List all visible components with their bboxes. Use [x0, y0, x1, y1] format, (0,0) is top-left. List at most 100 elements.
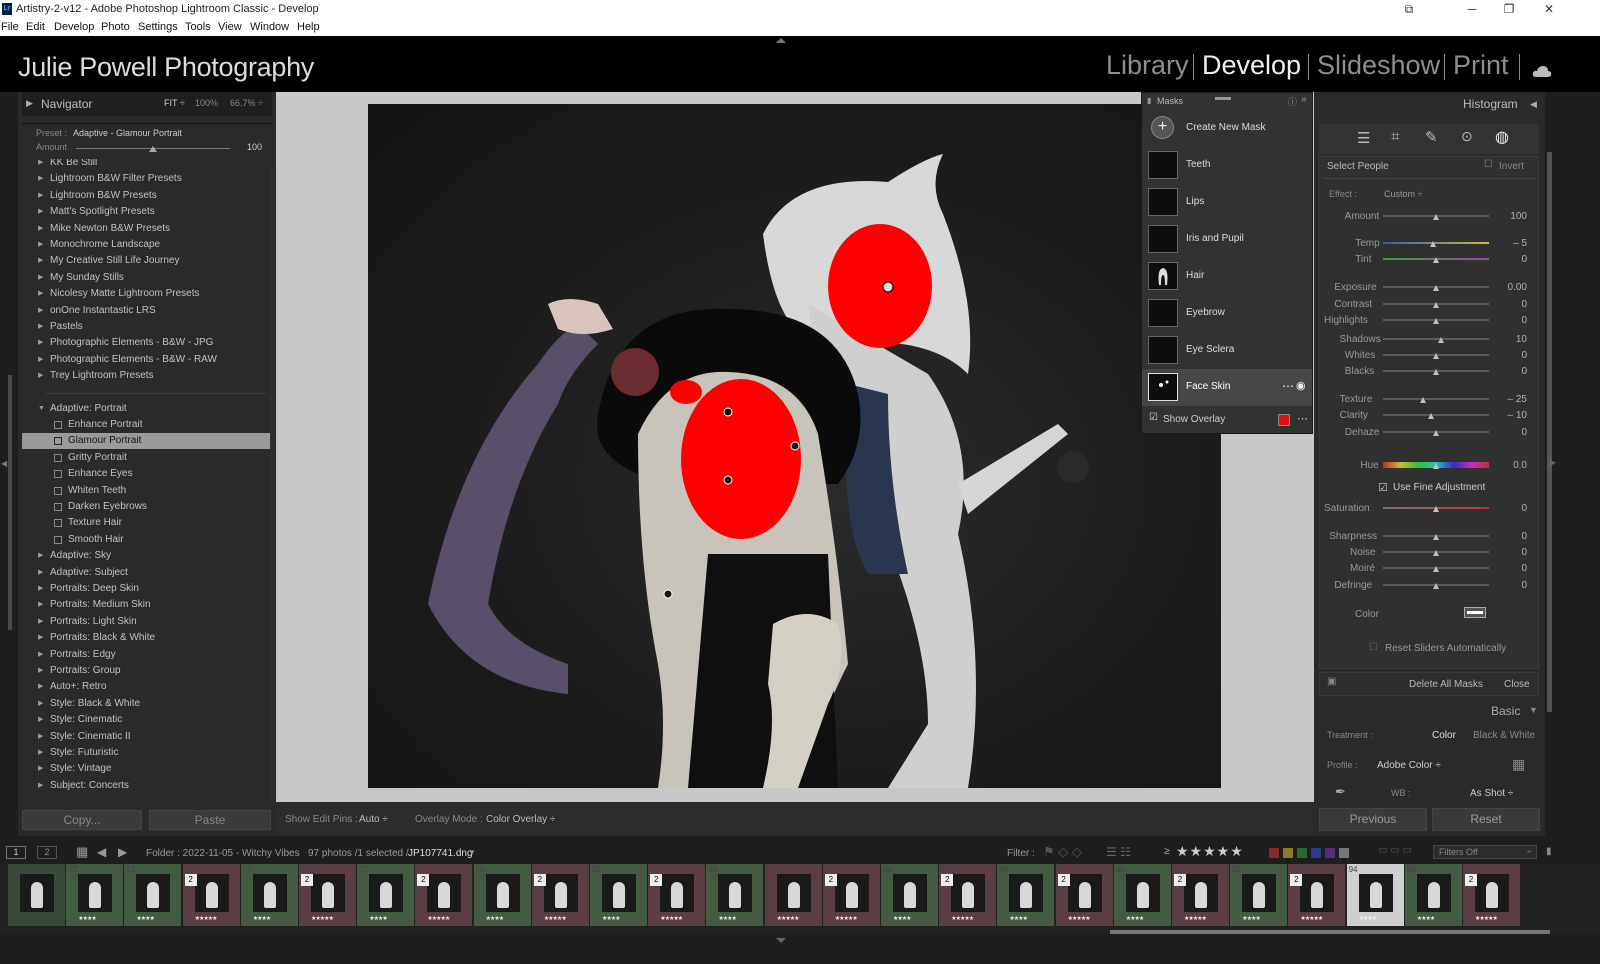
- filter-lock-icon[interactable]: ▮: [1546, 846, 1552, 857]
- rating-filter-stars[interactable]: ★★★★★: [1176, 843, 1244, 860]
- red-label-filter[interactable]: [1269, 848, 1279, 858]
- treatment-color-option[interactable]: Color: [1432, 730, 1456, 741]
- overlay-options-icon[interactable]: ⋯: [1297, 412, 1308, 425]
- left-scrollbar[interactable]: [8, 375, 12, 630]
- preset-item[interactable]: Texture Hair: [22, 515, 272, 531]
- show-overlay-checkbox[interactable]: ☑: [1149, 412, 1158, 423]
- reset-button[interactable]: Reset: [1432, 808, 1540, 831]
- slider-thumb[interactable]: [1433, 550, 1439, 556]
- collapsed-triangle-icon[interactable]: ▶: [38, 778, 43, 794]
- stack-count-badge[interactable]: 2: [301, 874, 313, 886]
- slider-value[interactable]: 0: [1497, 299, 1527, 310]
- collapsed-triangle-icon[interactable]: ▶: [38, 729, 43, 745]
- effect-preset-select[interactable]: Custom ÷: [1384, 189, 1422, 199]
- profile-select[interactable]: Adobe Color ÷: [1377, 760, 1441, 771]
- previous-button[interactable]: Previous: [1319, 808, 1427, 831]
- stack-count-badge[interactable]: 2: [1057, 874, 1070, 886]
- window-2-button[interactable]: 2: [37, 846, 57, 859]
- slider-thumb[interactable]: [1433, 214, 1439, 220]
- preset-group[interactable]: ▶ Monochrome Landscape: [22, 237, 272, 253]
- filmstrip-thumbnail[interactable]: 80 2 ★★★★★: [531, 864, 589, 926]
- color-label-filters[interactable]: [1269, 848, 1355, 858]
- filmstrip-thumbnail[interactable]: 89 2 ★★★★★: [1055, 864, 1113, 926]
- edit-filter-icons[interactable]: ☰ ☷: [1106, 845, 1131, 859]
- collapsed-triangle-icon[interactable]: ▶: [38, 303, 43, 319]
- more-options-icon[interactable]: ⋯: [1282, 379, 1294, 393]
- overlay-mode-select[interactable]: Color Overlay ÷: [486, 814, 555, 825]
- stack-count-badge[interactable]: 2: [417, 874, 430, 886]
- filmstrip-thumbnail[interactable]: 71: [8, 864, 65, 926]
- preset-item[interactable]: Whiten Teeth: [22, 483, 272, 499]
- slider-value[interactable]: 0: [1497, 580, 1527, 591]
- white-balance-eyedropper-icon[interactable]: ✒: [1335, 784, 1346, 800]
- preset-group[interactable]: ▶ Pastels: [22, 319, 272, 335]
- menu-tools[interactable]: Tools: [185, 21, 211, 33]
- mask-item-teeth[interactable]: Teeth: [1142, 147, 1312, 184]
- filmstrip-thumbnail[interactable]: 76 2 ★★★★★: [299, 864, 356, 926]
- menu-window[interactable]: Window: [250, 21, 289, 33]
- zoom-custom[interactable]: 66.7% ÷: [230, 98, 263, 108]
- slider-track[interactable]: [1383, 338, 1489, 340]
- filmstrip-thumbnail[interactable]: 72 ★★★★: [66, 864, 124, 926]
- module-print[interactable]: Print: [1453, 50, 1509, 81]
- slider-thumb[interactable]: [1433, 506, 1439, 512]
- collapsed-triangle-icon[interactable]: ▶: [38, 368, 43, 384]
- preset-group[interactable]: ▶ Style: Black & White: [22, 696, 272, 712]
- slider-value[interactable]: – 5: [1497, 238, 1527, 249]
- slider-thumb[interactable]: [1433, 369, 1439, 375]
- flag-filter-icons[interactable]: ⚑ ◇ ◇: [1043, 844, 1082, 860]
- preset-group[interactable]: ▶ Auto+: Retro: [22, 679, 272, 695]
- module-develop[interactable]: Develop: [1202, 50, 1301, 81]
- filmstrip-thumbnail[interactable]: 78 2 ★★★★★: [415, 864, 473, 926]
- navigator-header[interactable]: ▶ Navigator FIT ÷ 100% 66.7% ÷: [22, 92, 272, 116]
- slider-value[interactable]: 0: [1497, 254, 1527, 265]
- panel-drag-handle[interactable]: [1215, 97, 1231, 100]
- stack-count-badge[interactable]: 2: [533, 874, 546, 886]
- slider-value[interactable]: 0: [1497, 366, 1527, 377]
- collapsed-triangle-icon[interactable]: ▶: [38, 663, 43, 679]
- slider-value[interactable]: 0: [1497, 350, 1527, 361]
- edit-pin[interactable]: [790, 441, 800, 451]
- menu-file[interactable]: File: [1, 21, 19, 33]
- preset-group[interactable]: ▶ Portraits: Medium Skin: [22, 597, 272, 613]
- reset-sliders-checkbox[interactable]: ☐: [1369, 642, 1378, 653]
- slider-value[interactable]: – 25: [1497, 394, 1527, 405]
- blue-label-filter[interactable]: [1311, 848, 1321, 858]
- histogram-title[interactable]: Histogram: [1463, 97, 1518, 111]
- collapsed-triangle-icon[interactable]: ▶: [38, 761, 43, 777]
- menu-develop[interactable]: Develop: [54, 21, 94, 33]
- slider-thumb[interactable]: [1433, 463, 1439, 469]
- collapsed-triangle-icon[interactable]: ▶: [38, 565, 43, 581]
- collapsed-triangle-icon[interactable]: ▶: [38, 286, 43, 302]
- filmstrip-thumbnail[interactable]: 84 ★★★★★: [764, 864, 822, 926]
- mask-item-face-skin[interactable]: Face Skin ⋯ ◉: [1142, 369, 1312, 406]
- collapse-masks-icon[interactable]: »: [1301, 94, 1307, 105]
- collapsed-triangle-icon[interactable]: ▶: [38, 548, 43, 564]
- slider-value[interactable]: 0: [1497, 547, 1527, 558]
- preset-group[interactable]: ▶ Portraits: Group: [22, 663, 272, 679]
- basic-panel-title[interactable]: Basic: [1491, 704, 1520, 718]
- amount-slider-thumb[interactable]: [149, 146, 157, 152]
- invert-checkbox[interactable]: ☐: [1484, 159, 1493, 170]
- source-folder[interactable]: Folder : 2022-11-05 - Witchy Vibes: [146, 848, 300, 859]
- expanded-triangle-icon[interactable]: ▼: [38, 401, 45, 417]
- slider-thumb[interactable]: [1420, 397, 1427, 403]
- module-slideshow[interactable]: Slideshow: [1317, 50, 1440, 81]
- collapsed-triangle-icon[interactable]: ▶: [38, 597, 43, 613]
- collapse-right-panel-icon[interactable]: ▶: [1550, 458, 1556, 467]
- slider-value[interactable]: 0: [1497, 315, 1527, 326]
- crop-icon[interactable]: ⌗: [1391, 128, 1399, 145]
- panel-grip-icon[interactable]: ▮: [1147, 96, 1151, 105]
- mask-item-eyebrow[interactable]: Eyebrow: [1142, 295, 1312, 332]
- color-swatch[interactable]: [1464, 607, 1486, 618]
- edit-pin[interactable]: [723, 407, 733, 417]
- collapsed-triangle-icon[interactable]: ▶: [38, 614, 43, 630]
- stack-count-badge[interactable]: 2: [1465, 874, 1477, 886]
- slider-thumb[interactable]: [1433, 534, 1439, 540]
- close-masks-button[interactable]: Close: [1504, 679, 1530, 690]
- preset-group[interactable]: ▶ Subject: Concerts: [22, 778, 272, 794]
- slider-thumb[interactable]: [1427, 413, 1434, 419]
- stack-count-badge[interactable]: 2: [1174, 874, 1186, 886]
- preset-group[interactable]: ▶ Lightroom B&W Filter Presets: [22, 171, 272, 187]
- wb-select[interactable]: As Shot ÷: [1470, 788, 1513, 799]
